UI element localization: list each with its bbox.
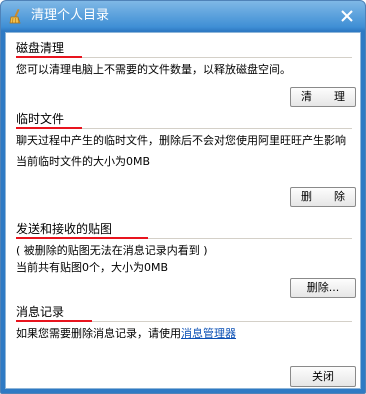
section-disk-cleanup: 磁盘清理 您可以清理电脑上不需要的文件数量，以释放磁盘空间。: [16, 41, 352, 77]
section-title: 消息记录: [16, 305, 65, 319]
dialog-body: 磁盘清理 您可以清理电脑上不需要的文件数量，以释放磁盘空间。 清 理 临时文件 …: [5, 32, 361, 389]
sticker-count-text: 当前共有贴图0个，大小为0MB: [16, 261, 169, 274]
close-button[interactable]: 关闭: [290, 366, 356, 387]
close-icon[interactable]: [338, 7, 356, 25]
temp-size-text: 当前临时文件的大小为0MB: [16, 155, 151, 168]
section-title: 磁盘清理: [16, 41, 65, 55]
section-description: 如果您需要删除消息记录，请使用消息管理器: [16, 326, 352, 341]
window-title: 清理个人目录: [31, 8, 110, 23]
clean-button[interactable]: 清 理: [290, 87, 356, 107]
section-description: 您可以清理电脑上不需要的文件数量，以释放磁盘空间。: [16, 63, 291, 76]
sticker-note: ( 被删除的贴图无法在消息记录内看到 ): [16, 244, 208, 257]
section-stickers: 发送和接收的贴图 ( 被删除的贴图无法在消息记录内看到 ) 当前共有贴图0个，大…: [16, 222, 352, 275]
title-bar[interactable]: 清理个人目录: [1, 1, 365, 31]
divider: [82, 128, 352, 129]
divider: [148, 238, 352, 239]
broom-icon: [8, 8, 24, 24]
divider: [82, 57, 352, 58]
section-title: 临时文件: [16, 112, 65, 126]
message-manager-link[interactable]: 消息管理器: [181, 327, 236, 340]
section-title: 发送和接收的贴图: [16, 222, 113, 236]
section-description: 聊天过程中产生的临时文件，删除后不会对您使用阿里旺旺产生影响: [16, 134, 346, 147]
delete-stickers-button[interactable]: 删除...: [290, 278, 356, 298]
dialog-window: 清理个人目录 磁盘清理 您可以清理电脑上不需要的文件数量，以释放磁盘空间。 清 …: [0, 0, 366, 394]
section-temp-files: 临时文件 聊天过程中产生的临时文件，删除后不会对您使用阿里旺旺产生影响 当前临时…: [16, 112, 352, 169]
delete-temp-button[interactable]: 删 除: [290, 187, 356, 207]
section-message-history: 消息记录 如果您需要删除消息记录，请使用消息管理器: [16, 305, 352, 341]
divider: [92, 321, 352, 322]
message-history-text: 如果您需要删除消息记录，请使用: [16, 327, 181, 340]
